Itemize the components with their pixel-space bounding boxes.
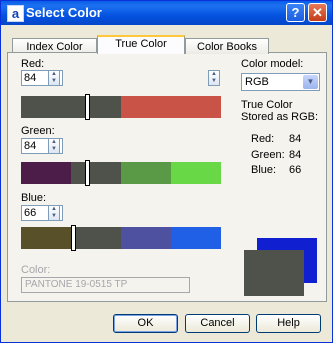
red-spinner[interactable]: ▲ ▼ bbox=[48, 70, 60, 86]
chevron-down-icon[interactable]: ▼ bbox=[303, 75, 318, 89]
title-help-button[interactable]: ? bbox=[286, 3, 305, 22]
stored-blue-name: Blue: bbox=[251, 164, 277, 176]
color-model-label: Color model: bbox=[241, 58, 304, 70]
blue-slider-thumb[interactable] bbox=[71, 225, 76, 251]
green-label: Green: bbox=[21, 125, 55, 137]
help-button[interactable]: Help bbox=[256, 314, 321, 333]
stored-green-value: 84 bbox=[289, 149, 302, 161]
green-bar-segment bbox=[21, 162, 71, 184]
green-bar-segment bbox=[121, 162, 171, 184]
title-bar[interactable]: a Select Color ? ✕ bbox=[1, 1, 332, 25]
blue-bar-segment bbox=[21, 227, 71, 249]
red-bar-segment bbox=[121, 96, 221, 118]
stored-red-value: 84 bbox=[289, 133, 302, 145]
blue-spinner[interactable]: ▲ ▼ bbox=[48, 205, 60, 221]
green-slider-thumb[interactable] bbox=[85, 160, 90, 186]
cancel-button[interactable]: Cancel bbox=[185, 314, 250, 333]
green-spinner[interactable]: ▲ ▼ bbox=[48, 138, 60, 154]
select-color-dialog: a Select Color ? ✕ Index Color True Colo… bbox=[0, 0, 333, 343]
ok-button[interactable]: OK bbox=[113, 314, 178, 333]
tab-true-color[interactable]: True Color bbox=[97, 35, 185, 54]
stored-heading: True Color Stored as RGB: bbox=[241, 99, 319, 123]
red-right-spinner[interactable]: ▲ ▼ bbox=[208, 70, 220, 86]
window-title: Select Color bbox=[26, 5, 102, 20]
blue-bar-segment bbox=[171, 227, 221, 249]
red-slider-thumb[interactable] bbox=[85, 94, 90, 120]
green-bar-segment bbox=[71, 162, 121, 184]
color-name-field: PANTONE 19-0515 TP bbox=[21, 277, 190, 293]
blue-label: Blue: bbox=[21, 192, 47, 204]
color-model-value: RGB bbox=[245, 76, 269, 88]
green-slider-track[interactable] bbox=[21, 162, 221, 184]
red-label: Red: bbox=[21, 58, 45, 70]
blue-slider-track[interactable] bbox=[21, 227, 221, 249]
blue-bar-segment bbox=[71, 227, 121, 249]
new-color-swatch bbox=[244, 250, 304, 296]
red-slider-track[interactable] bbox=[21, 96, 221, 118]
stored-blue-value: 66 bbox=[289, 164, 302, 176]
tab-color-books[interactable]: Color Books bbox=[185, 38, 269, 54]
blue-bar-segment bbox=[121, 227, 171, 249]
close-button[interactable]: ✕ bbox=[308, 3, 327, 22]
color-label: Color: bbox=[21, 264, 51, 276]
color-model-select[interactable]: RGB ▼ bbox=[241, 73, 320, 91]
green-bar-segment bbox=[171, 162, 221, 184]
stored-green-name: Green: bbox=[251, 149, 285, 161]
app-icon: a bbox=[7, 5, 24, 22]
red-bar-segment bbox=[21, 96, 121, 118]
stored-red-name: Red: bbox=[251, 133, 275, 145]
